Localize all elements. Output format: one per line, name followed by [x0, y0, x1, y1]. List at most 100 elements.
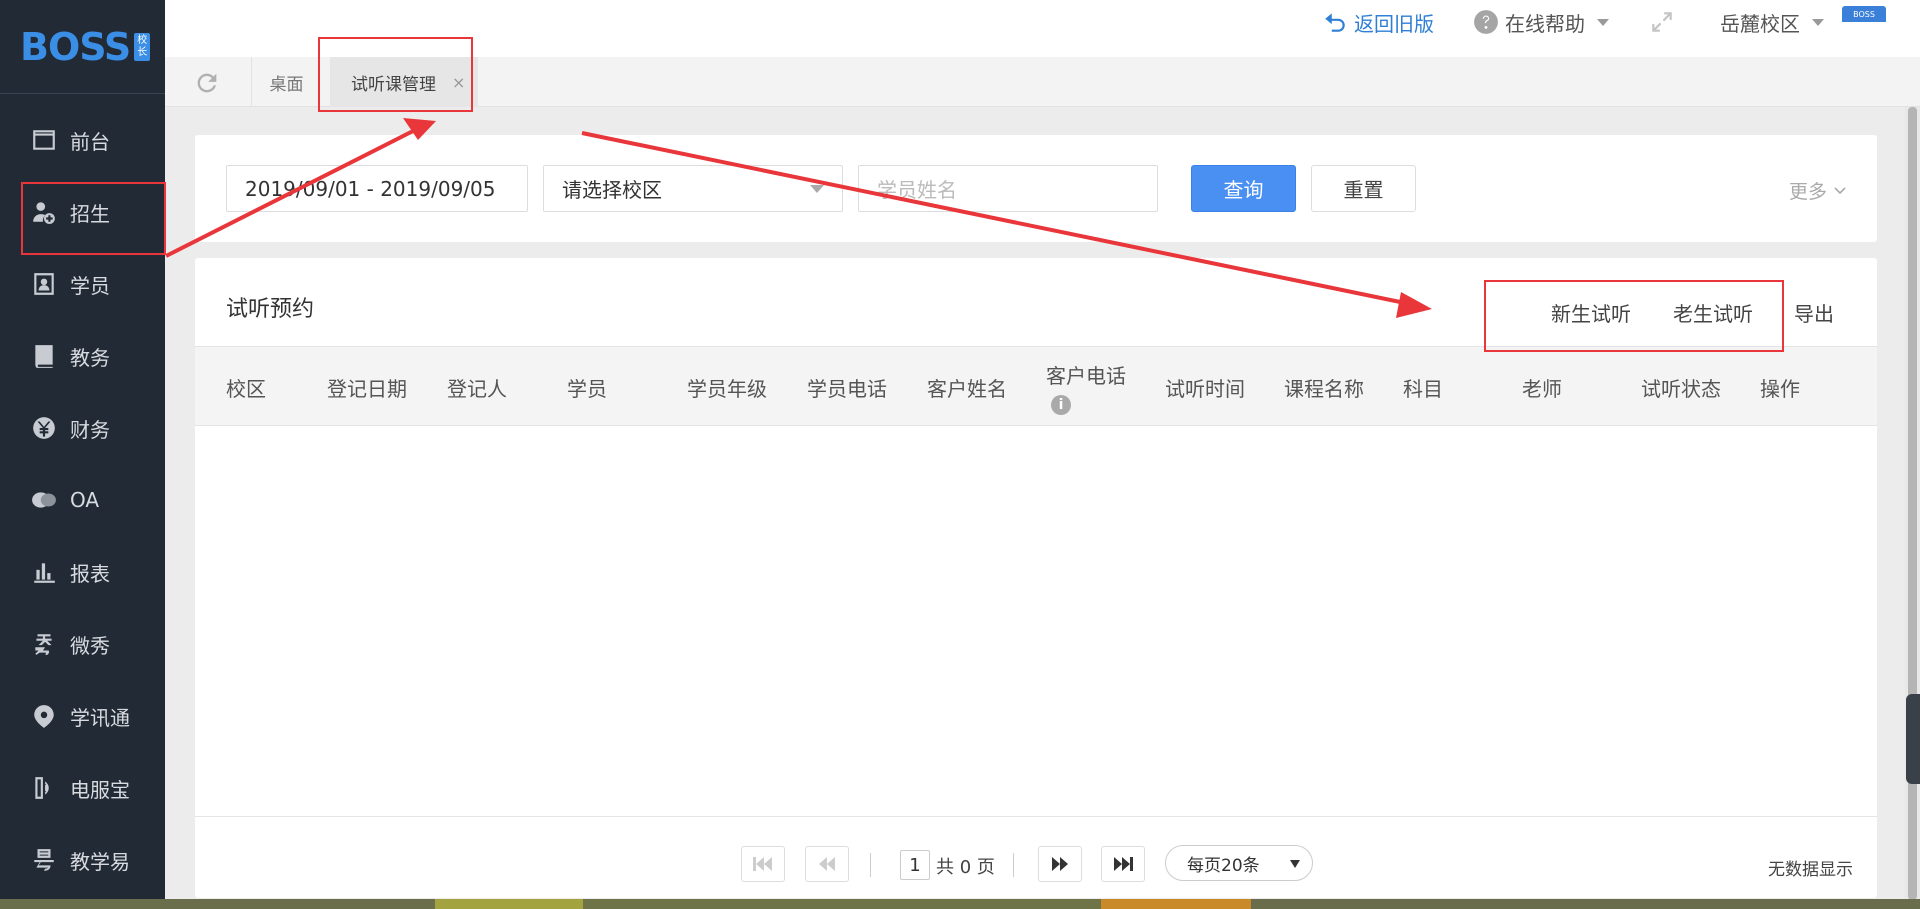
yen-icon — [30, 414, 58, 442]
column-header-label: 客户电话 — [1046, 363, 1126, 388]
no-data-message: 无数据显示 — [1768, 860, 1853, 880]
online-help-label: 在线帮助 — [1505, 11, 1585, 36]
xiu-icon — [30, 630, 58, 658]
sidebar-item-students[interactable]: 学员 — [0, 248, 165, 320]
page-size-select[interactable]: 每页20条 — [1165, 845, 1313, 881]
column-header[interactable]: 登记人 — [447, 347, 507, 427]
column-header[interactable]: 课程名称 — [1284, 347, 1364, 427]
campus-select-value: 请选择校区 — [562, 178, 662, 202]
column-header[interactable]: 试听状态 — [1641, 347, 1721, 427]
chevron-down-icon — [810, 185, 824, 193]
prev-page-button[interactable] — [805, 846, 849, 882]
chat-bubbles-icon — [30, 486, 58, 514]
refresh-button[interactable] — [193, 69, 221, 101]
next-page-button[interactable] — [1038, 846, 1082, 882]
pagination-divider — [1013, 853, 1014, 877]
refresh-icon — [197, 73, 217, 93]
pagination: 1 共 0 页 每页20条 无数据显示 — [195, 816, 1877, 898]
info-icon[interactable]: i — [1051, 394, 1071, 415]
campus-select[interactable]: 请选择校区 — [543, 165, 843, 212]
side-floating-widget[interactable] — [1906, 694, 1920, 784]
sidebar-item-oa[interactable]: OA — [0, 464, 165, 536]
more-label: 更多 — [1788, 181, 1827, 203]
sidebar-item-enrollment[interactable]: 招生 — [0, 176, 165, 248]
avatar-text: BOSS — [1853, 9, 1875, 19]
sidebar-item-xuexuntong[interactable]: 学讯通 — [0, 680, 165, 752]
more-filters-toggle[interactable]: 更多 — [1789, 177, 1847, 204]
chevron-down-icon — [1597, 18, 1609, 26]
window-icon — [30, 126, 58, 154]
page-number-input[interactable]: 1 — [900, 850, 930, 880]
column-header[interactable]: 客户姓名 — [927, 347, 1007, 427]
fullscreen-button[interactable] — [1649, 8, 1681, 36]
tab-trial-class-management[interactable]: 试听课管理 × — [330, 57, 478, 107]
tab-desk[interactable]: 桌面 — [251, 57, 321, 107]
book-icon — [30, 342, 58, 370]
column-header[interactable]: 登记日期 — [327, 347, 407, 427]
export-button[interactable]: 导出 — [1794, 298, 1834, 327]
column-header-customer-phone[interactable]: 客户电话 i — [1046, 347, 1126, 427]
rewind-icon — [819, 857, 835, 871]
user-add-icon — [30, 198, 58, 226]
column-header[interactable]: 试听时间 — [1165, 347, 1245, 427]
table-body-empty — [195, 426, 1877, 816]
sidebar-item-jiaoxueyi[interactable]: 教学易 — [0, 824, 165, 896]
student-name-input[interactable]: 学员姓名 — [858, 165, 1158, 212]
query-button[interactable]: 查询 — [1191, 165, 1296, 212]
fast-forward-icon — [1052, 857, 1068, 871]
user-avatar[interactable]: BOSS — [1842, 6, 1886, 22]
table-header: 校区 登记日期 登记人 学员 学员年级 学员电话 客户姓名 客户电话 i 试听时… — [195, 346, 1877, 426]
back-old-version-label: 返回旧版 — [1354, 11, 1434, 36]
help-circle-icon — [1474, 10, 1498, 34]
sidebar-item-reports[interactable]: 报表 — [0, 536, 165, 608]
campus-switcher[interactable]: 岳麓校区 — [1720, 8, 1824, 36]
filter-panel: 2019/09/01 - 2019/09/05 请选择校区 学员姓名 查询 重置… — [195, 135, 1877, 242]
sidebar-item-dianfubao[interactable]: 电服宝 — [0, 752, 165, 824]
logo[interactable]: BOSS 校 长 — [0, 0, 165, 94]
column-header[interactable]: 学员 — [567, 347, 607, 427]
sidebar-item-weixiu[interactable]: 微秀 — [0, 608, 165, 680]
last-page-icon — [1114, 857, 1133, 871]
strip-segment — [0, 899, 435, 909]
back-old-version-link[interactable]: 返回旧版 — [1322, 8, 1434, 36]
strip-segment — [435, 899, 583, 909]
app-window: BOSS 校 长 前台 招生 学员 教务 财务 OA 报表 微秀 学讯通 电服宝… — [0, 0, 1920, 909]
sidebar-item-front-desk[interactable]: 前台 — [0, 104, 165, 176]
sidebar-item-finance[interactable]: 财务 — [0, 392, 165, 464]
bar-chart-icon — [30, 558, 58, 586]
logo-badge-top: 校 — [137, 34, 148, 46]
sidebar-item-label: 财务 — [70, 417, 110, 442]
online-help-menu[interactable]: 在线帮助 — [1473, 8, 1609, 36]
query-label: 查询 — [1223, 178, 1264, 202]
tab-bar: 桌面 试听课管理 × — [165, 57, 1920, 107]
old-student-trial-button[interactable]: 老生试听 — [1673, 298, 1753, 327]
bottom-strip — [0, 899, 1920, 909]
pagination-divider — [870, 853, 871, 877]
date-range-input[interactable]: 2019/09/01 - 2019/09/05 — [226, 165, 528, 212]
sidebar-item-label: 电服宝 — [70, 777, 130, 802]
sidebar-item-academic[interactable]: 教务 — [0, 320, 165, 392]
sidebar-item-label: 报表 — [70, 561, 110, 586]
logo-badge: 校 长 — [134, 32, 151, 61]
reset-button[interactable]: 重置 — [1311, 165, 1416, 212]
column-header[interactable]: 校区 — [226, 347, 266, 427]
date-range-value: 2019/09/01 - 2019/09/05 — [245, 176, 496, 201]
phone-service-icon — [30, 774, 58, 802]
column-header[interactable]: 老师 — [1522, 347, 1562, 427]
new-student-trial-button[interactable]: 新生试听 — [1551, 298, 1631, 327]
strip-segment — [1251, 899, 1920, 909]
first-page-button[interactable] — [741, 846, 785, 882]
column-header[interactable]: 学员电话 — [807, 347, 887, 427]
column-header[interactable]: 科目 — [1403, 347, 1443, 427]
sidebar-item-label: 招生 — [70, 201, 110, 226]
id-card-icon — [30, 270, 58, 298]
close-icon[interactable]: × — [452, 73, 465, 92]
column-header[interactable]: 操作 — [1760, 347, 1800, 427]
dropdown-arrow-icon — [1290, 860, 1300, 868]
logo-badge-bottom: 长 — [137, 46, 148, 58]
logo-text: BOSS — [20, 24, 131, 69]
last-page-button[interactable] — [1101, 846, 1145, 882]
column-header[interactable]: 学员年级 — [687, 347, 767, 427]
strip-segment — [583, 899, 1101, 909]
trial-booking-panel: 试听预约 新生试听 老生试听 导出 校区 登记日期 登记人 学员 学员年级 学员… — [195, 258, 1877, 898]
